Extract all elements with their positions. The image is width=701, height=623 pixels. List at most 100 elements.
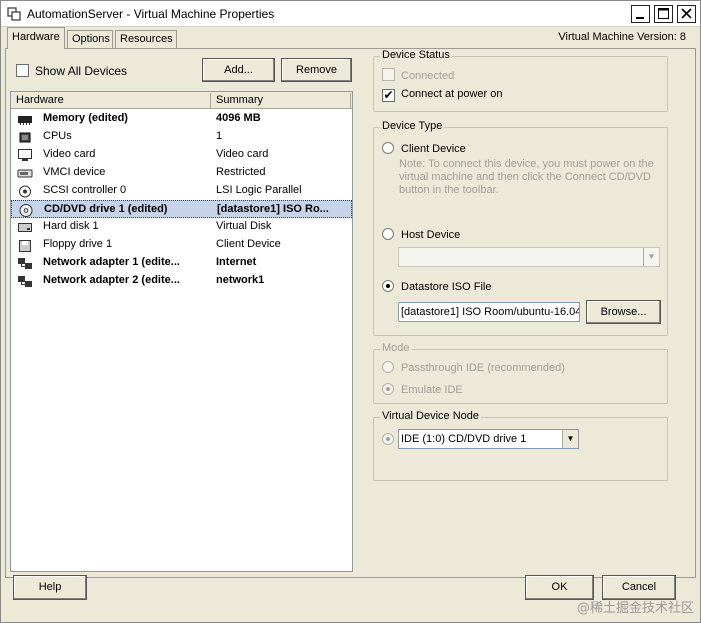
maximize-icon xyxy=(658,8,669,19)
cd-icon xyxy=(19,204,33,217)
tab-resources-label: Resources xyxy=(120,33,173,45)
datastore-iso-radio-circle[interactable] xyxy=(382,280,394,292)
power-on-checkbox-box[interactable]: ✔ xyxy=(382,89,395,102)
hardware-row-summary: [datastore1] ISO Ro... xyxy=(217,203,329,215)
hardware-row[interactable]: Floppy drive 1 Client Device xyxy=(11,236,352,254)
datastore-iso-label: Datastore ISO File xyxy=(401,281,492,293)
hardware-row-name: Network adapter 1 (edite... xyxy=(43,256,180,268)
column-hardware[interactable]: Hardware xyxy=(16,94,64,106)
hardware-row-summary: 4096 MB xyxy=(216,112,261,124)
network-icon xyxy=(18,258,32,269)
show-all-label: Show All Devices xyxy=(35,64,128,78)
hardware-row-summary: LSI Logic Parallel xyxy=(216,184,302,196)
device-status-title: Device Status xyxy=(380,49,452,61)
passthrough-radio-circle[interactable] xyxy=(382,361,394,373)
device-type-title: Device Type xyxy=(380,120,445,132)
datastore-iso-radio[interactable]: Datastore ISO File xyxy=(382,280,491,293)
hardware-list-header: Hardware Summary xyxy=(11,92,352,109)
properties-window: AutomationServer - Virtual Machine Prope… xyxy=(0,0,701,623)
hardware-row-name: Memory (edited) xyxy=(43,112,128,124)
tab-options-label: Options xyxy=(72,33,110,45)
vm-app-icon xyxy=(7,7,21,21)
hardware-row-summary: network1 xyxy=(216,274,265,286)
hardware-row-summary: 1 xyxy=(216,130,223,142)
hardware-row[interactable]: Network adapter 1 (edite... Internet xyxy=(11,254,352,272)
vm-version-label: Virtual Machine Version: 8 xyxy=(558,31,686,43)
emulate-radio-circle[interactable] xyxy=(382,383,394,395)
memory-icon xyxy=(18,116,32,125)
hardware-row-name: Video card xyxy=(43,148,96,160)
title-bar: AutomationServer - Virtual Machine Prope… xyxy=(1,1,700,27)
datastore-iso-path-input[interactable]: [datastore1] ISO Room/ubuntu-16.04 xyxy=(398,302,580,322)
hardware-row-name: CPUs xyxy=(43,130,72,142)
client-device-note: Note: To connect this device, you must p… xyxy=(399,158,654,196)
check-mark-icon: ✔ xyxy=(383,88,394,102)
watermark: @稀土掘金技术社区 xyxy=(576,601,694,616)
mode-title: Mode xyxy=(380,342,412,354)
floppy-icon xyxy=(19,240,31,252)
host-device-radio[interactable]: Host Device xyxy=(382,228,460,241)
show-all-checkbox-box[interactable] xyxy=(16,64,29,77)
add-device-button[interactable]: Add... xyxy=(202,58,275,82)
network-icon xyxy=(18,276,32,287)
column-summary[interactable]: Summary xyxy=(216,94,263,106)
tab-resources[interactable]: Resources xyxy=(115,30,177,49)
datastore-iso-path-value: [datastore1] ISO Room/ubuntu-16.04 xyxy=(401,306,580,318)
close-icon xyxy=(681,8,692,19)
minimize-button[interactable] xyxy=(631,5,650,23)
chevron-down-icon[interactable]: ▼ xyxy=(643,248,659,266)
hard-disk-icon xyxy=(18,223,32,232)
hardware-row[interactable]: SCSI controller 0 LSI Logic Parallel xyxy=(11,182,352,200)
virtual-device-node-dropdown[interactable]: IDE (1:0) CD/DVD drive 1 ▼ xyxy=(398,429,579,449)
hardware-row-summary: Video card xyxy=(216,148,269,160)
hardware-row[interactable]: Memory (edited) 4096 MB xyxy=(11,110,352,128)
hardware-row-name: VMCI device xyxy=(43,166,106,178)
hardware-row-name: Network adapter 2 (edite... xyxy=(43,274,180,286)
hardware-row[interactable]: VMCI device Restricted xyxy=(11,164,352,182)
browse-button[interactable]: Browse... xyxy=(586,300,661,324)
emulate-ide-radio[interactable]: Emulate IDE xyxy=(382,383,463,396)
passthrough-ide-radio[interactable]: Passthrough IDE (recommended) xyxy=(382,361,565,374)
connected-checkbox-box[interactable] xyxy=(382,68,395,81)
maximize-button[interactable] xyxy=(654,5,673,23)
hardware-row-name: CD/DVD drive 1 (edited) xyxy=(44,203,168,215)
hardware-row-name: SCSI controller 0 xyxy=(43,184,127,196)
hardware-tab-panel: Show All Devices Add... Remove Hardware … xyxy=(5,48,696,578)
hardware-row[interactable]: CPUs 1 xyxy=(11,128,352,146)
hardware-row[interactable]: Video card Video card xyxy=(11,146,352,164)
hardware-list[interactable]: Hardware Summary Memory (edited) 4096 MB C… xyxy=(10,91,353,572)
scsi-icon xyxy=(19,185,31,198)
hardware-row[interactable]: Network adapter 2 (edite... network1 xyxy=(11,272,352,290)
host-device-radio-circle[interactable] xyxy=(382,228,394,240)
device-type-group: Device Type Client Device Note: To conne… xyxy=(373,120,668,336)
column-separator[interactable] xyxy=(210,93,211,108)
dialog-client: Hardware Options Resources Virtual Machi… xyxy=(1,27,700,622)
show-all-devices-checkbox[interactable]: Show All Devices xyxy=(16,64,127,78)
tab-hardware[interactable]: Hardware xyxy=(7,27,65,49)
monitor-icon xyxy=(18,149,32,161)
chevron-down-icon[interactable]: ▼ xyxy=(562,430,578,448)
hardware-row-summary: Client Device xyxy=(216,238,281,250)
host-device-dropdown[interactable]: ▼ xyxy=(398,247,660,267)
client-device-radio-circle[interactable] xyxy=(382,142,394,154)
column-separator[interactable] xyxy=(350,93,351,108)
window-title: AutomationServer - Virtual Machine Prope… xyxy=(27,7,275,21)
help-button[interactable]: Help xyxy=(13,575,87,600)
hardware-row[interactable]: Hard disk 1 Virtual Disk xyxy=(11,218,352,236)
host-device-label: Host Device xyxy=(401,229,461,241)
virtual-device-node-group: Virtual Device Node IDE (1:0) CD/DVD dri… xyxy=(373,410,668,481)
connected-checkbox[interactable]: Connected xyxy=(382,68,454,82)
remove-device-button[interactable]: Remove xyxy=(281,58,352,82)
hardware-row[interactable]: CD/DVD drive 1 (edited) [datastore1] ISO … xyxy=(11,200,352,218)
close-button[interactable] xyxy=(677,5,696,23)
hardware-row-name: Hard disk 1 xyxy=(43,220,99,232)
hardware-row-summary: Restricted xyxy=(216,166,266,178)
vdn-radio-circle[interactable] xyxy=(382,433,394,445)
cpu-icon xyxy=(19,132,31,143)
emulate-label: Emulate IDE xyxy=(401,384,463,396)
tab-hardware-label: Hardware xyxy=(12,31,60,43)
connect-at-power-on-checkbox[interactable]: ✔ Connect at power on xyxy=(382,88,503,102)
client-device-radio[interactable]: Client Device xyxy=(382,142,466,155)
passthrough-label: Passthrough IDE (recommended) xyxy=(401,362,565,374)
tab-options[interactable]: Options xyxy=(67,30,113,49)
